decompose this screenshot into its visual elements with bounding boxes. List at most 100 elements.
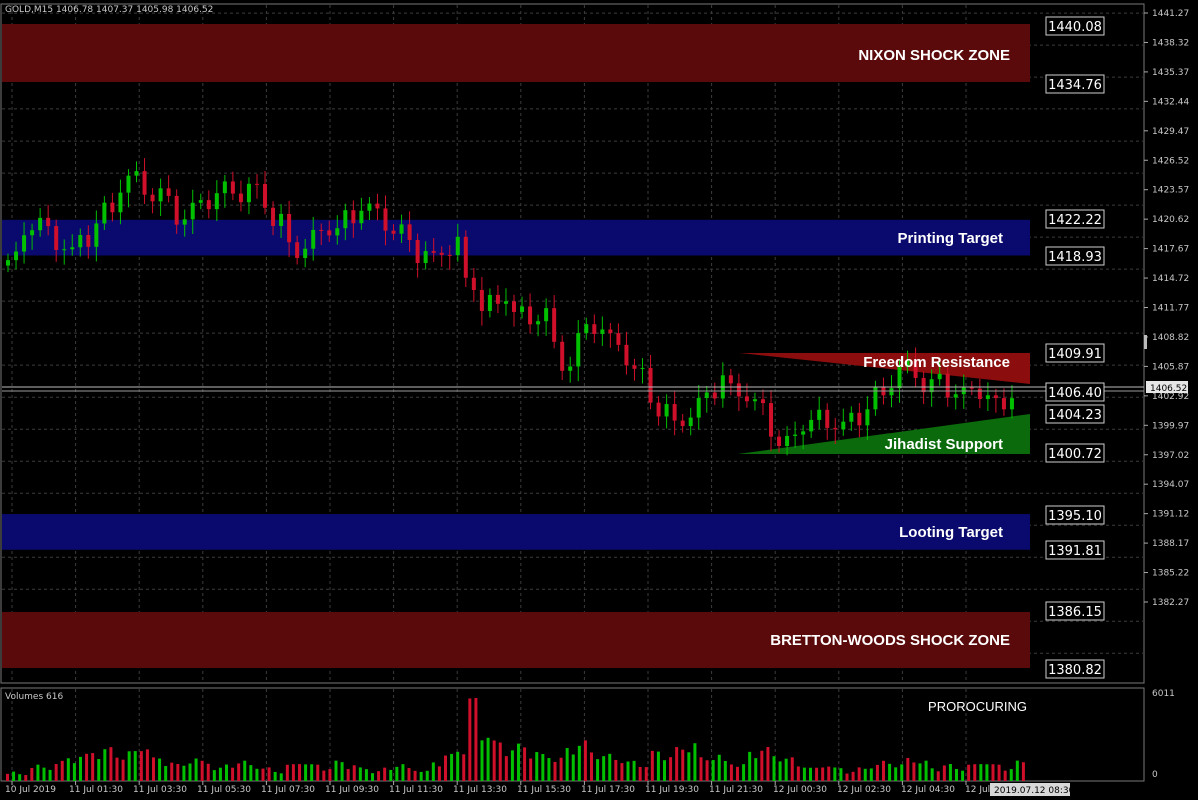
- volume-bar: [571, 754, 575, 781]
- candle-body: [728, 375, 733, 384]
- volume-bar: [358, 767, 362, 781]
- zone-label: NIXON SHOCK ZONE: [858, 47, 1010, 64]
- volume-bar: [681, 749, 685, 781]
- volume-bar: [729, 764, 733, 781]
- volume-bar: [675, 747, 679, 781]
- volume-scale-bottom: 0: [1152, 770, 1158, 780]
- candle-body: [889, 388, 894, 396]
- time-axis: 10 Jul 2019 11 Jul 01:30 11 Jul 03:30 11 Ju…: [5, 781, 1075, 796]
- candle-body: [624, 344, 629, 366]
- time-cursor-label: 2019.07.12 08:30: [994, 786, 1075, 796]
- volume-bar: [79, 756, 82, 781]
- candle-body: [479, 289, 484, 311]
- volume-bar: [888, 763, 892, 781]
- price-box-label: 1395.10: [1048, 509, 1102, 524]
- candle-body: [993, 395, 998, 399]
- volume-bar: [212, 770, 216, 781]
- price-boxes: 1440.08 1434.76 1422.22 1418.93 1409.91 1406.…: [1045, 16, 1105, 679]
- axis-label: 1414.72: [1152, 274, 1189, 284]
- volume-bar: [182, 765, 186, 781]
- volume-bar: [742, 764, 746, 781]
- candle-body: [672, 404, 677, 421]
- volume-bar: [139, 751, 143, 781]
- candle-body: [600, 329, 605, 334]
- candle-body: [214, 193, 219, 210]
- volume-bar: [249, 765, 253, 781]
- candle-body: [841, 421, 846, 430]
- price-box-label: 1440.08: [1048, 20, 1102, 35]
- candle-body: [945, 373, 950, 398]
- volume-bar: [620, 763, 624, 781]
- candle-body: [520, 306, 525, 312]
- candle-body: [664, 404, 669, 417]
- candle-body: [367, 203, 372, 211]
- volume-bar: [91, 753, 95, 781]
- candle-body: [279, 213, 284, 226]
- volume-bar: [291, 764, 295, 781]
- candle-body: [70, 247, 75, 250]
- price-chart[interactable]: NIXON SHOCK ZONE Printing Target Looting T…: [0, 0, 1198, 800]
- volume-bar: [510, 750, 514, 781]
- volume-bar: [371, 773, 374, 781]
- candle-body: [335, 228, 340, 236]
- candle-body: [825, 409, 830, 428]
- candle-body: [696, 398, 701, 418]
- scroll-marker[interactable]: [1144, 335, 1147, 349]
- candle-body: [351, 210, 356, 224]
- price-box-label: 1386.15: [1048, 605, 1102, 620]
- volume-bar: [632, 760, 636, 781]
- candle-body: [150, 194, 155, 202]
- time-label: 10 Jul 2019: [5, 785, 56, 795]
- volume-bar: [766, 747, 770, 781]
- candle-body: [134, 171, 139, 176]
- volume-bar: [225, 764, 228, 781]
- volume-bar: [942, 765, 946, 781]
- volume-bar: [72, 763, 76, 781]
- volume-bar: [918, 763, 922, 781]
- volume-bar: [152, 757, 155, 781]
- volume-bar: [273, 771, 277, 781]
- volume-bar: [541, 754, 545, 781]
- price-box-label: 1391.81: [1048, 544, 1102, 559]
- volume-bar: [474, 698, 478, 781]
- volume-bar: [103, 749, 107, 781]
- volume-bar: [985, 764, 989, 781]
- volume-bar: [577, 745, 581, 781]
- candle-body: [439, 252, 444, 255]
- volume-bar: [176, 764, 180, 781]
- candle-body: [295, 242, 300, 258]
- candle-body: [431, 251, 436, 253]
- axis-label: 1388.17: [1152, 539, 1189, 549]
- current-price-label: 1406.52: [1150, 384, 1187, 394]
- volume-bar: [285, 764, 289, 781]
- volume-bar: [991, 764, 995, 781]
- candle-body: [712, 392, 717, 399]
- candle-body: [311, 229, 316, 249]
- candle-body: [190, 202, 195, 220]
- candle-body: [785, 435, 790, 447]
- volume-bar: [772, 756, 776, 781]
- volume-bar: [790, 757, 794, 781]
- volume-bar: [437, 766, 441, 781]
- volume-bar: [109, 747, 113, 781]
- volume-bar: [316, 764, 320, 781]
- axis-label: 1438.32: [1152, 38, 1189, 48]
- volume-bar: [334, 760, 338, 781]
- candle-body: [222, 181, 227, 194]
- zones: [2, 24, 1030, 668]
- candle-body: [391, 230, 396, 234]
- candle-body: [383, 208, 388, 231]
- time-label: 11 Jul 05:30: [197, 785, 251, 795]
- candle-body: [6, 260, 10, 266]
- volume-panel: Volumes 616 PROROCURING 6011 0: [5, 689, 1175, 781]
- volume-bar: [687, 752, 691, 781]
- time-label: 11 Jul 01:30: [69, 785, 123, 795]
- volume-bar: [912, 762, 916, 781]
- candle-body: [86, 235, 91, 247]
- price-box-label: 1418.93: [1048, 250, 1102, 265]
- axis-label: 1382.27: [1152, 598, 1189, 608]
- candle-body: [865, 409, 870, 426]
- volume-bar: [24, 775, 28, 781]
- candle-body: [343, 210, 348, 229]
- volume-bar: [833, 767, 837, 781]
